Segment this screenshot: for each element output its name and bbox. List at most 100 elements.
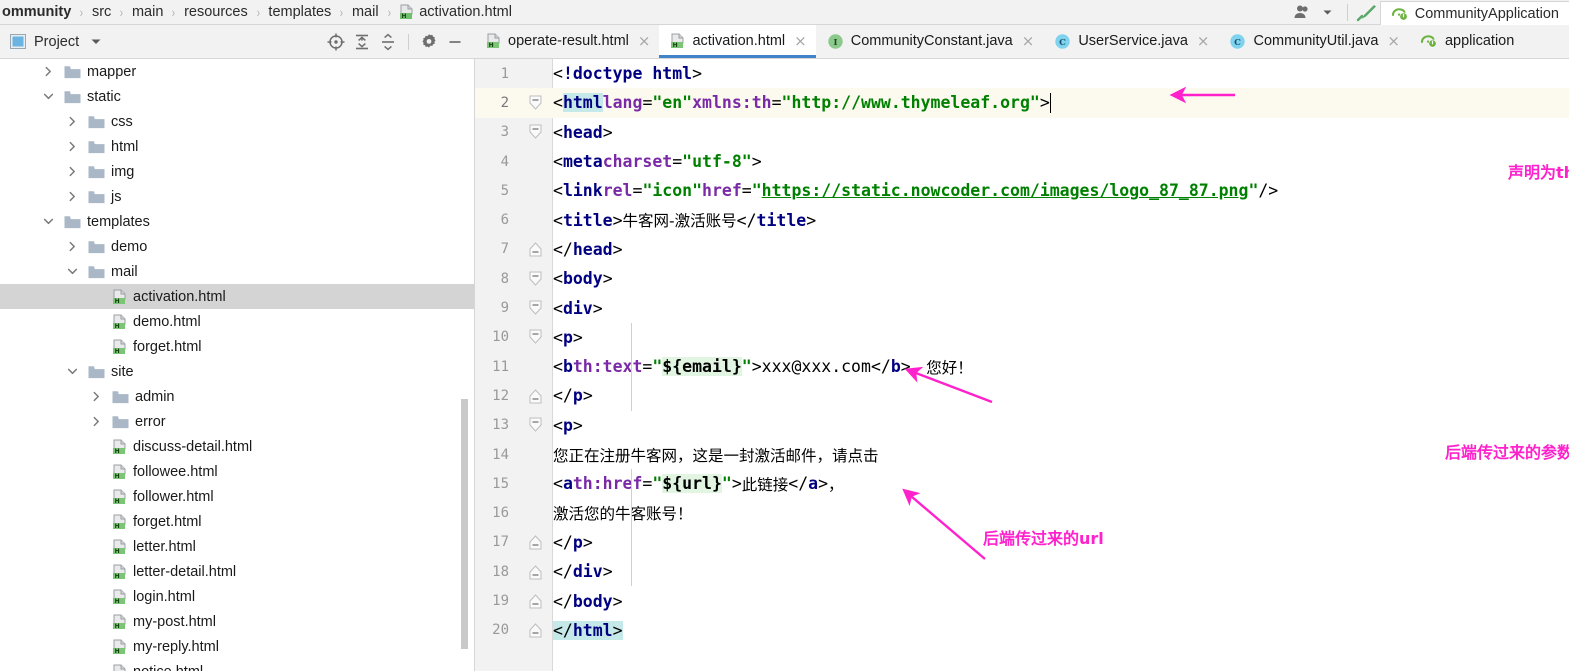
project-panel-title[interactable]: Project <box>0 34 101 50</box>
chevron-right-icon[interactable] <box>91 391 102 402</box>
editor-tab-CommunityUtil-java[interactable]: C CommunityUtil.java × <box>1218 25 1408 58</box>
project-tree-scrollbar[interactable] <box>461 399 468 649</box>
editor-tab-activation-html[interactable]: Hactivation.html × <box>659 25 817 58</box>
tree-item-forget-html[interactable]: Hforget.html <box>0 509 474 534</box>
fold-end-icon[interactable] <box>518 235 553 264</box>
fold-end-icon[interactable] <box>518 616 553 645</box>
code-line[interactable]: < title > 牛客网-激活账号 </title > <box>553 206 1569 235</box>
run-configuration-selector[interactable]: CommunityApplication <box>1379 0 1569 26</box>
tree-item-my-post-html[interactable]: Hmy-post.html <box>0 609 474 634</box>
expand-all-icon[interactable] <box>350 30 374 54</box>
chevron-down-icon[interactable] <box>1315 0 1341 25</box>
chevron-down-icon[interactable] <box>67 366 78 377</box>
chevron-right-icon[interactable] <box>43 66 54 77</box>
code-line[interactable]: < link rel = "icon" href = " https://static.no… <box>553 176 1569 205</box>
code-line[interactable]: </p > <box>553 381 1569 410</box>
tree-item-demo-html[interactable]: Hdemo.html <box>0 309 474 334</box>
tree-item-site[interactable]: site <box>0 359 474 384</box>
tree-item-admin[interactable]: admin <box>0 384 474 409</box>
close-icon[interactable]: × <box>1197 32 1210 50</box>
editor-tab-operate-result-html[interactable]: Hoperate-result.html × <box>475 25 659 58</box>
user-avatar-icon[interactable] <box>1289 0 1315 25</box>
close-icon[interactable]: × <box>1022 32 1035 50</box>
code-line[interactable]: < html lang = "en" xmlns:th = "http://www.thy… <box>553 88 1569 117</box>
locate-file-icon[interactable] <box>324 30 348 54</box>
chevron-right-icon[interactable] <box>90 390 103 403</box>
chevron-right-icon[interactable] <box>66 140 79 153</box>
project-tree[interactable]: mapper static css html img js templates demo mai… <box>0 59 475 671</box>
tree-item-img[interactable]: img <box>0 159 474 184</box>
code-line[interactable]: </html > <box>553 616 1569 645</box>
code-editor[interactable]: 1 < !doctype html > 2 < html lang = "en" xmlns:t… <box>475 59 1569 671</box>
chevron-down-icon[interactable] <box>67 266 78 277</box>
tree-item-css[interactable]: css <box>0 109 474 134</box>
breadcrumb-item-activation-html[interactable]: H activation.html <box>397 4 514 20</box>
chevron-right-icon[interactable] <box>66 240 79 253</box>
chevron-right-icon[interactable] <box>91 416 102 427</box>
chevron-down-icon[interactable] <box>42 90 55 103</box>
tree-item-follower-html[interactable]: Hfollower.html <box>0 484 474 509</box>
fold-end-icon[interactable] <box>518 586 553 615</box>
code-line[interactable]: < !doctype html > <box>553 59 1569 88</box>
breadcrumb-item-resources[interactable]: resources <box>182 4 250 20</box>
chevron-down-icon[interactable] <box>43 91 54 102</box>
fold-collapse-icon[interactable] <box>518 88 553 117</box>
fold-collapse-icon[interactable] <box>518 293 553 322</box>
breadcrumb-item-templates[interactable]: templates <box>266 4 333 20</box>
tree-item-forget-html[interactable]: Hforget.html <box>0 334 474 359</box>
breadcrumb-item-mail[interactable]: mail <box>350 4 381 20</box>
fold-end-icon[interactable] <box>518 557 553 586</box>
chevron-down-icon[interactable] <box>42 215 55 228</box>
editor-tab-CommunityConstant-java[interactable]: I CommunityConstant.java × <box>816 25 1044 58</box>
chevron-down-icon[interactable] <box>91 37 101 47</box>
fold-end-icon[interactable] <box>518 528 553 557</box>
tree-item-discuss-detail-html[interactable]: Hdiscuss-detail.html <box>0 434 474 459</box>
tree-item-html[interactable]: html <box>0 134 474 159</box>
chevron-right-icon[interactable] <box>67 116 78 127</box>
tree-item-static[interactable]: static <box>0 84 474 109</box>
tree-item-login-html[interactable]: Hlogin.html <box>0 584 474 609</box>
tree-item-demo[interactable]: demo <box>0 234 474 259</box>
code-line[interactable]: < body > <box>553 264 1569 293</box>
code-line[interactable]: < head > <box>553 118 1569 147</box>
tree-item-letter-html[interactable]: Hletter.html <box>0 534 474 559</box>
fold-end-icon[interactable] <box>518 381 553 410</box>
code-line[interactable]: < a th:href = " ${url} " > 此链接 </a >， <box>553 469 1569 498</box>
editor-tab-UserService-java[interactable]: C UserService.java × <box>1043 25 1218 58</box>
code-line[interactable]: < p > <box>553 323 1569 352</box>
close-icon[interactable]: × <box>638 32 651 50</box>
chevron-right-icon[interactable] <box>67 141 78 152</box>
hide-panel-icon[interactable] <box>443 30 467 54</box>
code-line[interactable]: </div > <box>553 557 1569 586</box>
chevron-right-icon[interactable] <box>67 241 78 252</box>
fold-collapse-icon[interactable] <box>518 411 553 440</box>
chevron-right-icon[interactable] <box>90 415 103 428</box>
close-icon[interactable]: × <box>1387 32 1400 50</box>
chevron-right-icon[interactable] <box>66 115 79 128</box>
build-hammer-icon[interactable] <box>1354 0 1380 25</box>
tree-item-mail[interactable]: mail <box>0 259 474 284</box>
tree-item-mapper[interactable]: mapper <box>0 59 474 84</box>
chevron-right-icon[interactable] <box>66 165 79 178</box>
fold-collapse-icon[interactable] <box>518 264 553 293</box>
code-line[interactable]: 您正在注册牛客网，这是一封激活邮件，请点击 <box>553 440 1569 469</box>
code-line[interactable]: </head > <box>553 235 1569 264</box>
tree-item-followee-html[interactable]: Hfollowee.html <box>0 459 474 484</box>
editor-tab-application[interactable]: application <box>1409 25 1523 58</box>
code-line[interactable]: < meta charset = "utf-8" > <box>553 147 1569 176</box>
tree-item-templates[interactable]: templates <box>0 209 474 234</box>
chevron-right-icon[interactable] <box>42 65 55 78</box>
collapse-all-icon[interactable] <box>376 30 400 54</box>
chevron-down-icon[interactable] <box>43 216 54 227</box>
tree-item-js[interactable]: js <box>0 184 474 209</box>
settings-gear-icon[interactable] <box>417 30 441 54</box>
tree-item-error[interactable]: error <box>0 409 474 434</box>
breadcrumb-item-project[interactable]: ommunity <box>0 4 73 20</box>
chevron-down-icon[interactable] <box>66 265 79 278</box>
breadcrumb-item-main[interactable]: main <box>130 4 165 20</box>
code-line[interactable]: 激活您的牛客账号！ <box>553 499 1569 528</box>
tree-item-letter-detail-html[interactable]: Hletter-detail.html <box>0 559 474 584</box>
code-line[interactable]: < p > <box>553 411 1569 440</box>
tree-item-notice-html[interactable]: Hnotice.html <box>0 659 474 671</box>
fold-collapse-icon[interactable] <box>518 118 553 147</box>
